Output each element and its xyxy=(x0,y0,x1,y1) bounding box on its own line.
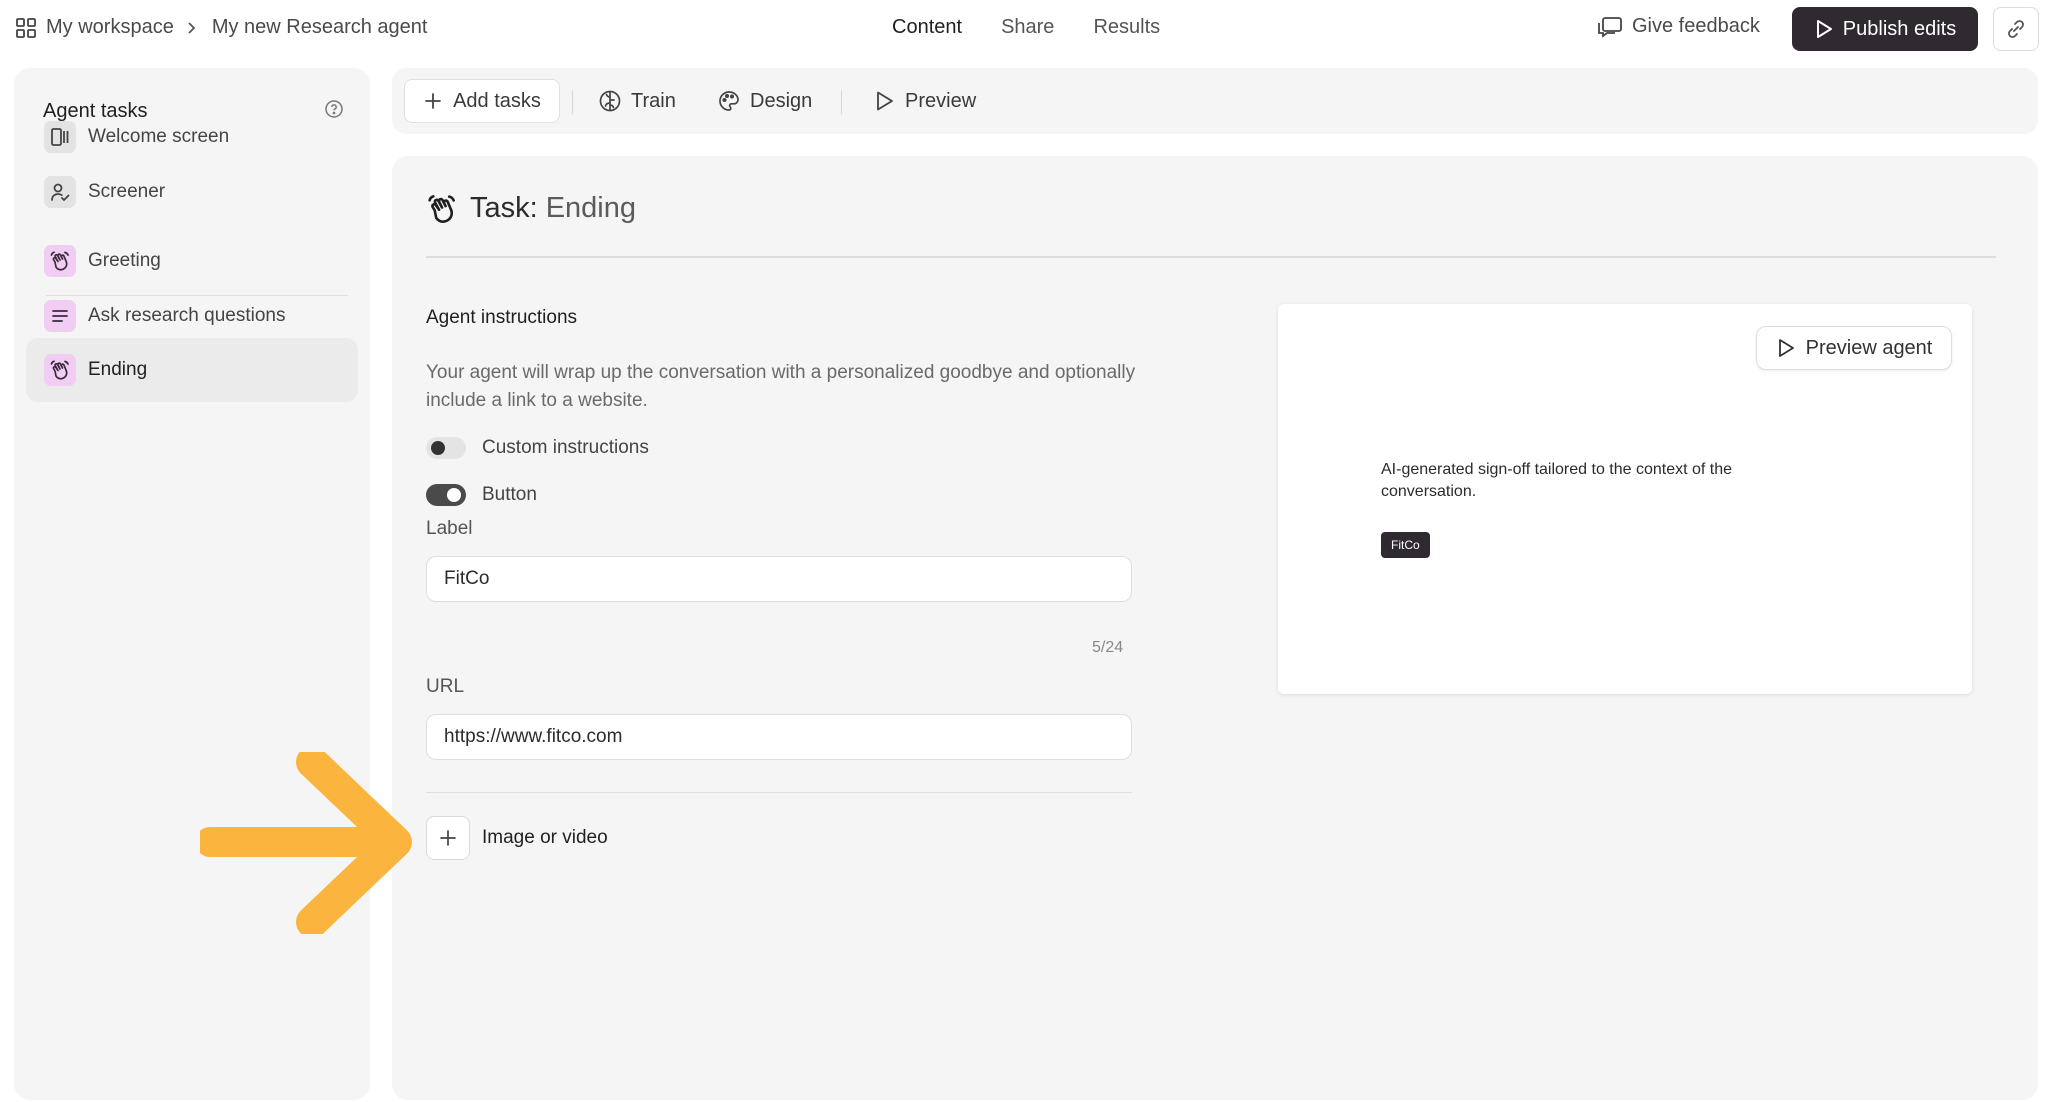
play-icon xyxy=(872,89,905,113)
sidebar-item-label: Welcome screen xyxy=(88,126,230,147)
main-tabs: Content Share Results xyxy=(892,16,1199,39)
give-feedback-button[interactable]: Give feedback xyxy=(1597,15,1760,38)
toolbar-divider xyxy=(572,90,573,114)
screener-icon xyxy=(44,176,76,208)
toggle-knob xyxy=(447,488,461,502)
title-divider xyxy=(426,256,1996,258)
grid-icon[interactable] xyxy=(15,17,46,39)
add-image-or-video-button[interactable]: Image or video xyxy=(426,816,608,860)
arrow-annotation-icon xyxy=(200,752,412,934)
add-tasks-label: Add tasks xyxy=(453,89,541,112)
task-title: Task: Ending xyxy=(426,192,636,225)
sidebar-item-screener[interactable]: Screener xyxy=(26,160,358,224)
waving-hand-icon xyxy=(44,354,76,386)
toggle-knob xyxy=(431,441,445,455)
ending-preview-card: Preview agent AI-generated sign-off tail… xyxy=(1278,304,1972,694)
agent-instructions-description: Your agent will wrap up the conversation… xyxy=(426,362,1136,411)
custom-instructions-label: Custom instructions xyxy=(482,437,649,458)
preview-label: Preview xyxy=(905,89,977,112)
editor-toolbar: Add tasks Train Design Preview xyxy=(392,68,2038,134)
image-or-video-label: Image or video xyxy=(482,827,608,848)
breadcrumb-project[interactable]: My new Research agent xyxy=(212,16,428,39)
task-editor-panel: Task: Ending Agent instructions Your age… xyxy=(392,156,2038,1100)
publish-edits-label: Publish edits xyxy=(1842,17,1957,40)
task-title-prefix: Task: xyxy=(470,192,538,224)
tab-content[interactable]: Content xyxy=(892,16,962,39)
label-input[interactable] xyxy=(426,556,1132,602)
tab-results[interactable]: Results xyxy=(1093,16,1160,39)
waving-hand-icon xyxy=(44,245,76,277)
media-divider xyxy=(426,792,1132,793)
copy-link-button[interactable] xyxy=(1993,7,2039,51)
play-icon xyxy=(1814,19,1843,39)
train-button[interactable]: Train xyxy=(598,89,676,113)
breadcrumb-workspace[interactable]: My workspace xyxy=(46,16,174,39)
custom-instructions-toggle[interactable] xyxy=(426,437,466,459)
url-field-title: URL xyxy=(426,676,465,697)
tab-share[interactable]: Share xyxy=(1001,16,1054,39)
preview-agent-button[interactable]: Preview agent xyxy=(1756,326,1952,370)
preview-agent-label: Preview agent xyxy=(1805,336,1933,359)
custom-instructions-row: Custom instructions xyxy=(426,437,649,459)
sidebar-item-label: Ending xyxy=(88,359,148,380)
preview-link-button[interactable]: FitCo xyxy=(1381,532,1430,558)
chevron-right-icon xyxy=(184,21,198,35)
publish-edits-button[interactable]: Publish edits xyxy=(1792,7,1978,51)
plus-icon[interactable] xyxy=(426,816,470,860)
play-icon xyxy=(1776,338,1806,358)
preview-button[interactable]: Preview xyxy=(872,89,976,113)
agent-tasks-sidebar: Agent tasks Welcome screen Screener Gree… xyxy=(14,68,370,1100)
task-title-name: Ending xyxy=(545,192,636,224)
design-label: Design xyxy=(750,89,813,112)
button-toggle-label: Button xyxy=(482,484,537,505)
give-feedback-label: Give feedback xyxy=(1632,15,1760,37)
sidebar-item-label: Screener xyxy=(88,181,166,202)
agent-instructions-heading: Agent instructions xyxy=(426,307,578,328)
toolbar-divider xyxy=(841,90,842,114)
plus-icon xyxy=(423,91,453,111)
url-input[interactable] xyxy=(426,714,1132,760)
sidebar-item-label: Ask research questions xyxy=(88,305,286,326)
design-button[interactable]: Design xyxy=(717,89,812,113)
label-char-counter: 5/24 xyxy=(1092,639,1124,656)
sidebar-item-label: Greeting xyxy=(88,250,161,271)
train-label: Train xyxy=(631,89,676,112)
breadcrumb: My workspace My new Research agent xyxy=(15,16,427,39)
label-field-title: Label xyxy=(426,518,473,539)
feedback-icon xyxy=(1597,16,1632,38)
link-icon xyxy=(2005,18,2027,40)
button-row: Button xyxy=(426,484,537,506)
preview-sign-off-text: AI-generated sign-off tailored to the co… xyxy=(1381,461,1733,500)
welcome-screen-icon xyxy=(44,121,76,153)
top-bar: My workspace My new Research agent Conte… xyxy=(0,0,2048,58)
lines-icon xyxy=(44,300,76,332)
brain-icon xyxy=(598,89,631,113)
add-tasks-button[interactable]: Add tasks xyxy=(404,79,560,123)
button-toggle[interactable] xyxy=(426,484,466,506)
sidebar-item-ending[interactable]: Ending xyxy=(26,338,358,402)
palette-icon xyxy=(717,89,750,113)
waving-hand-icon xyxy=(426,193,470,225)
